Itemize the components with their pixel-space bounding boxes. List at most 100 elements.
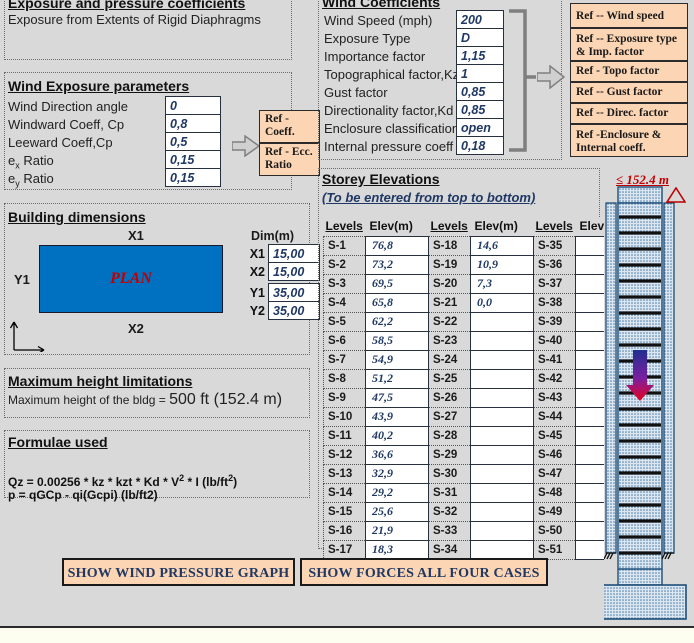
elev-input[interactable] [470,539,534,560]
elev-input[interactable]: 47,5 [365,387,429,408]
ref-enclosure-button[interactable]: Ref -Enclosure & Internal coeff. [570,124,688,157]
elev-input[interactable]: 76,8 [365,235,429,256]
importance-factor-input[interactable]: 1,15 [456,46,504,65]
show-wind-pressure-graph-button[interactable]: SHOW WIND PRESSURE GRAPH [62,558,295,586]
storey-table-header-row: Levels Elev(m) Levels Elev(m) Levels Ele… [323,217,639,236]
elev-input[interactable]: 73,2 [365,254,429,275]
level-label: S-40 [533,330,576,351]
enclosure-classification-input[interactable]: open [456,118,504,137]
elev-input[interactable]: 21,9 [365,520,429,541]
internal-pressure-coeff-input[interactable]: 0,18 [456,136,504,155]
dim-x2-input[interactable]: 15,00 [268,262,320,281]
level-label: S-26 [428,387,471,408]
level-label: S-3 [323,273,366,294]
elev-input[interactable] [470,349,534,370]
dim-y1-input[interactable]: 35,00 [268,283,320,302]
elev-input[interactable]: 18,3 [365,539,429,560]
elev-input[interactable] [470,406,534,427]
wind-speed-input[interactable]: 200 [456,10,504,29]
max-height-value: 500 ft (152.4 m) [169,391,283,408]
col-header-levels-1: Levels [323,217,366,236]
elev-input[interactable]: 65,8 [365,292,429,313]
table-row: S-11 40,2 S-28 S-45 [323,425,639,446]
ref-direc-factor-button[interactable]: Ref -- Direc. factor [570,103,688,124]
wind-exposure-arrow-icon [232,135,260,157]
elev-input[interactable]: 51,2 [365,368,429,389]
elev-input[interactable]: 54,9 [365,349,429,370]
directionality-factor-input[interactable]: 0,85 [456,100,504,119]
dim-y2-input[interactable]: 35,00 [268,301,320,320]
table-row: S-3 69,5 S-20 7,3 S-37 [323,273,639,294]
directionality-factor-label: Directionality factor,Kd [324,103,454,118]
exposure-type-label: Exposure Type [324,31,411,46]
ex-ratio-label-tail: Ratio [19,153,54,168]
windward-coeff-input[interactable]: 0,8 [165,114,221,133]
exposure-section-title: Exposure and pressure coefficients [8,0,246,11]
storey-elevations-table[interactable]: Levels Elev(m) Levels Elev(m) Levels Ele… [323,217,639,560]
elev-input[interactable] [470,482,534,503]
elev-input[interactable] [470,463,534,484]
elev-input[interactable]: 14,6 [470,235,534,256]
level-label: S-50 [533,520,576,541]
elev-input[interactable]: 43,9 [365,406,429,427]
elev-input[interactable]: 62,2 [365,311,429,332]
ref-exposure-type-button[interactable]: Ref -- Exposure type & Imp. factor [570,28,688,61]
table-row: S-1 76,8 S-18 14,6 S-35 [323,235,639,256]
table-row: S-5 62,2 S-22 S-39 [323,311,639,332]
plan-edge-bottom-label: X2 [128,321,144,336]
ref-gust-factor-button[interactable]: Ref -- Gust factor [570,82,688,103]
elev-input[interactable] [470,425,534,446]
elev-input[interactable] [470,311,534,332]
level-label: S-21 [428,292,471,313]
level-label: S-36 [533,254,576,275]
elev-input[interactable]: 36,6 [365,444,429,465]
exposure-type-input[interactable]: D [456,28,504,47]
elev-input[interactable]: 58,5 [365,330,429,351]
elev-input[interactable]: 25,6 [365,501,429,522]
elev-input[interactable]: 0,0 [470,292,534,313]
wind-exposure-title: Wind Exposure parameters [8,78,190,94]
elev-input[interactable] [470,501,534,522]
col-header-levels-2: Levels [428,217,471,236]
elev-input[interactable]: 7,3 [470,273,534,294]
elev-input[interactable]: 10,9 [470,254,534,275]
gust-factor-input[interactable]: 0,85 [456,82,504,101]
table-row: S-6 58,5 S-23 S-40 [323,330,639,351]
show-forces-all-four-cases-button[interactable]: SHOW FORCES ALL FOUR CASES [300,558,548,586]
elev-input[interactable] [470,387,534,408]
ex-ratio-input[interactable]: 0,15 [165,150,221,169]
plan-rectangle-label: PLAN [110,270,152,287]
ref-coeff-button[interactable]: Ref - Coeff. [259,110,320,143]
wind-speed-label: Wind Speed (mph) [324,13,433,28]
level-label: S-37 [533,273,576,294]
wind-direction-angle-input[interactable]: 0 [165,96,221,115]
topographical-factor-input[interactable]: 1 [456,64,504,83]
ref-ecc-ratio-button[interactable]: Ref - Ecc. Ratio [259,143,320,176]
elev-input[interactable] [470,520,534,541]
level-label: S-16 [323,520,366,541]
elev-input[interactable]: 32,9 [365,463,429,484]
level-label: S-44 [533,406,576,427]
level-label: S-38 [533,292,576,313]
ref-topo-factor-button[interactable]: Ref - Topo factor [570,61,688,82]
elev-input[interactable] [470,330,534,351]
level-label: S-23 [428,330,471,351]
elev-input[interactable]: 69,5 [365,273,429,294]
leeward-coeff-input[interactable]: 0,5 [165,132,221,151]
ref-wind-speed-button[interactable]: Ref -- Wind speed [570,3,688,28]
dim-x1-input[interactable]: 15,00 [268,244,320,263]
level-label: S-7 [323,349,366,370]
enclosure-classification-label: Enclosure classification [324,121,460,136]
elev-input[interactable]: 40,2 [365,425,429,446]
level-label: S-28 [428,425,471,446]
ey-ratio-input[interactable]: 0,15 [165,168,221,187]
elev-input[interactable]: 29,2 [365,482,429,503]
level-label: S-9 [323,387,366,408]
level-label: S-51 [533,539,576,560]
table-row: S-14 29,2 S-31 S-48 [323,482,639,503]
elev-input[interactable] [470,444,534,465]
elev-input[interactable] [470,368,534,389]
internal-pressure-coeff-label: Internal pressure coeff [324,139,454,154]
level-label: S-15 [323,501,366,522]
plan-edge-left-label: Y1 [14,272,30,287]
